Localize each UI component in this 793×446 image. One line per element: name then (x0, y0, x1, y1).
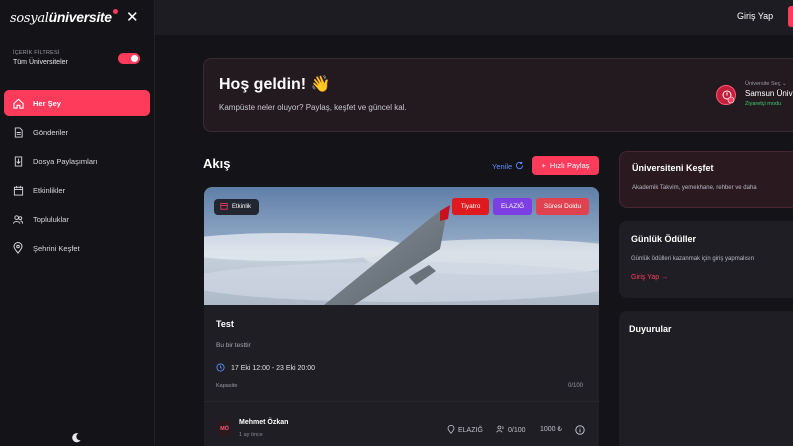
filter-caption: İÇERİK FİLTRESİ (13, 50, 60, 56)
refresh-label: Yenile (492, 162, 513, 171)
logo-text-2: üniversite (48, 9, 112, 25)
logo[interactable]: sosyalüniversite (10, 9, 118, 26)
rewards-title: Günlük Ödüller (631, 234, 697, 244)
sidebar-item-label: Her Şey (33, 98, 61, 108)
info-icon[interactable] (575, 425, 585, 435)
calendar-icon (12, 184, 24, 196)
location-pin-icon (12, 242, 24, 254)
sidebar-item-label: Gönderiler (33, 127, 69, 137)
refresh-button[interactable]: Yenile (492, 161, 524, 172)
refresh-icon (515, 161, 524, 172)
welcome-banner: Hoş geldin! 👋 Kampüste neler oluyor? Pay… (203, 58, 793, 132)
logo-dot (112, 9, 118, 14)
file-share-icon (12, 155, 24, 167)
discover-text: Akademik Takvim, yemekhane, rehber ve da… (632, 185, 757, 191)
filter-value: Tüm Üniversiteler (13, 59, 68, 66)
sidebar-item-etkinlikler[interactable]: Etkinlikler (4, 177, 150, 203)
sidebar: sosyalüniversite ✕ İÇERİK FİLTRESİ Tüm Ü… (0, 0, 155, 446)
users-icon (12, 213, 24, 225)
event-date-text: 17 Eki 12:00 - 23 Eki 20:00 (231, 365, 316, 372)
filter-toggle[interactable] (118, 53, 140, 64)
event-card[interactable]: Etkinlik Tiyatro ELAZIĞ Süresi Doldu Tes… (204, 187, 599, 446)
document-icon (12, 126, 24, 138)
capacity-value: 0/100 (568, 383, 584, 389)
announcements-card: Duyurular (619, 311, 793, 446)
sidebar-item-gonderiler[interactable]: Gönderiler (4, 119, 150, 145)
location-pin-icon (447, 425, 455, 436)
tag-category[interactable]: Tiyatro (452, 198, 489, 215)
login-link[interactable]: Giriş Yap (737, 11, 773, 21)
sidebar-item-dosya[interactable]: Dosya Paylaşımları (4, 148, 150, 174)
rewards-login-link[interactable]: Giriş Yap → (631, 274, 668, 281)
quick-share-button[interactable]: + Hızlı Paylaş (532, 156, 599, 175)
event-attendees: 0/100 (496, 425, 526, 435)
post-time: 1 ay önce (239, 432, 263, 438)
welcome-subtitle: Kampüste neler oluyor? Paylaş, keşfet ve… (219, 103, 407, 112)
event-title[interactable]: Test (216, 319, 234, 329)
author-name[interactable]: Mehmet Özkan (239, 419, 288, 426)
divider (204, 401, 599, 402)
rewards-text: Günlük ödülleri kazanmak için giriş yapm… (631, 256, 755, 262)
home-icon (12, 97, 24, 109)
event-date: 17 Eki 12:00 - 23 Eki 20:00 (216, 363, 315, 374)
announcements-title: Duyurular (629, 324, 672, 334)
event-type-label: Etkinlik (232, 204, 252, 210)
discover-card[interactable]: Üniversiteni Keşfet Akademik Takvim, yem… (619, 151, 793, 208)
university-caption: Üniversite Seç ⌄ (745, 81, 787, 87)
event-description: Bu bir testtir (216, 342, 251, 349)
event-type-badge: Etkinlik (214, 199, 260, 215)
event-location: ELAZIĞ (447, 425, 483, 436)
plus-icon: + (541, 161, 546, 170)
calendar-icon (220, 202, 228, 212)
close-icon[interactable]: ✕ (126, 10, 139, 25)
quick-share-label: Hızlı Paylaş (549, 161, 590, 170)
chevron-down-icon[interactable]: ⌄ (782, 81, 787, 87)
moon-icon[interactable] (71, 430, 82, 443)
top-bar (155, 0, 793, 35)
tag-city[interactable]: ELAZIĞ (493, 198, 532, 215)
university-icon[interactable] (716, 85, 736, 105)
sidebar-item-label: Topluluklar (33, 214, 69, 224)
visitor-mode: Ziyaretçi modu (745, 101, 782, 107)
feed-title: Akış (203, 156, 231, 171)
signup-button[interactable] (788, 6, 793, 27)
event-location-text: ELAZIĞ (458, 427, 483, 434)
tag-status: Süresi Doldu (536, 198, 589, 215)
users-icon (496, 425, 505, 435)
rewards-card: Günlük Ödüller Günlük ödülleri kazanmak … (619, 221, 793, 298)
sidebar-item-label: Etkinlikler (33, 185, 66, 195)
discover-title: Üniversiteni Keşfet (632, 163, 714, 173)
sidebar-item-her-sey[interactable]: Her Şey (4, 90, 150, 116)
event-attendees-text: 0/100 (508, 426, 526, 434)
university-caption-text: Üniversite Seç (745, 81, 781, 87)
avatar[interactable]: MÖ (216, 420, 233, 437)
sidebar-item-sehrini-kesfet[interactable]: Şehrini Keşfet (4, 235, 150, 261)
clock-icon (216, 363, 225, 374)
event-price: 1000 ₺ (540, 426, 562, 433)
welcome-title: Hoş geldin! 👋 (219, 76, 331, 93)
logo-text-1: sosyal (10, 11, 49, 26)
university-name[interactable]: Samsun Üniv (745, 89, 793, 98)
sidebar-item-topluluklar[interactable]: Topluluklar (4, 206, 150, 232)
capacity-label: Kapasite (216, 383, 238, 389)
sidebar-item-label: Şehrini Keşfet (33, 243, 80, 253)
sidebar-item-label: Dosya Paylaşımları (33, 156, 98, 166)
